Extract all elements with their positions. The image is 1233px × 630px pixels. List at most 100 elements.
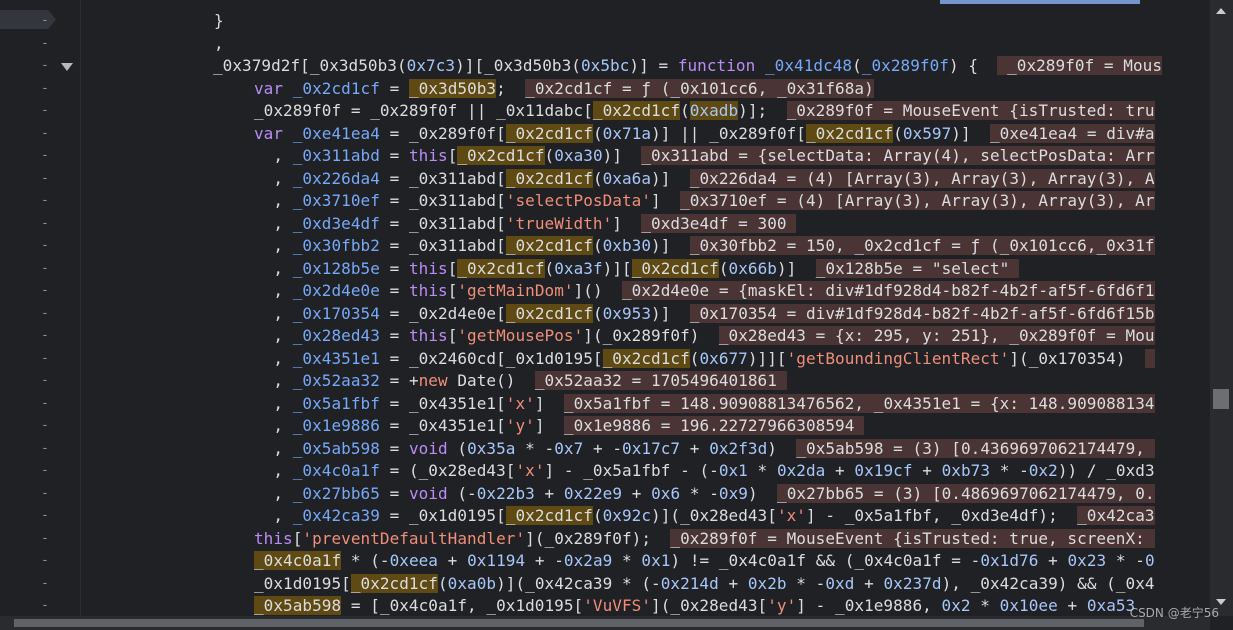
horizontal-scrollbar[interactable]: [0, 616, 1210, 630]
gutter-line-7[interactable]: -: [0, 145, 80, 167]
code-line[interactable]: , _0x52aa32 = +new Date() _0x52aa32 = 17…: [254, 370, 787, 392]
code-token: (: [689, 348, 700, 368]
code-line[interactable]: , _0x2d4e0e = this['getMainDom']() _0x2d…: [254, 280, 1155, 302]
code-token: _0x2cd1cf: [602, 348, 690, 368]
gutter-line-23[interactable]: -: [0, 505, 80, 527]
gutter-line-18[interactable]: -: [0, 393, 80, 415]
horizontal-scroll-thumb[interactable]: [14, 619, 1144, 627]
code-line[interactable]: , _0x30fbb2 = _0x311abd[_0x2cd1cf(0xb30)…: [254, 235, 1155, 257]
gutter-line-22[interactable]: -: [0, 483, 80, 505]
code-line[interactable]: _0x5ab598 = [_0x4c0a1f, _0x1d0195['VuVFS…: [254, 595, 1145, 616]
gutter-line-10[interactable]: -: [0, 213, 80, 235]
breakpoint-marker[interactable]: -: [41, 10, 49, 32]
code-token: void: [408, 438, 448, 458]
gutter-line-19[interactable]: -: [0, 415, 80, 437]
code-line[interactable]: , _0x4c0a1f = (_0x28ed43['x'] - _0x5a1fb…: [254, 460, 1155, 482]
code-line[interactable]: _0x379d2f[_0x3d50b3(0x7c3)][_0x3d50b3(0x…: [213, 55, 1162, 77]
code-token: + -: [525, 551, 564, 570]
gutter-line-16[interactable]: -: [0, 348, 80, 370]
gutter-line-14[interactable]: -: [0, 303, 80, 325]
breakpoint-marker[interactable]: -: [41, 595, 49, 616]
code-token: = [_0x4c0a1f, _0x1d0195[: [341, 596, 584, 615]
code-line[interactable]: , _0x5ab598 = void (0x35a * -0x7 + -0x17…: [254, 438, 1155, 460]
breakpoint-marker[interactable]: -: [41, 573, 49, 595]
breakpoint-marker[interactable]: -: [41, 55, 49, 77]
gutter-line-11[interactable]: -: [0, 235, 80, 257]
code-line[interactable]: , _0xd3e4df = _0x311abd['trueWidth'] _0x…: [254, 213, 797, 235]
code-area[interactable]: }, _0x379d2f[_0x3d50b3(0x7c3)][_0x3d50b3(…: [80, 0, 1210, 616]
code-token: * -: [786, 573, 826, 593]
breakpoint-marker[interactable]: -: [41, 303, 49, 325]
gutter-line-4[interactable]: -: [0, 78, 80, 100]
code-line[interactable]: , _0x128b5e = this[_0x2cd1cf(0xa3f)][_0x…: [254, 258, 1020, 280]
code-line[interactable]: , _0x3710ef = _0x311abd['selectPosData']…: [254, 190, 1155, 212]
scroll-up-icon[interactable]: [1216, 8, 1226, 14]
code-token: [: [447, 258, 458, 278]
gutter-line-12[interactable]: -: [0, 258, 80, 280]
gutter-line-17[interactable]: -: [0, 370, 80, 392]
breakpoint-marker[interactable]: -: [41, 123, 49, 145]
breakpoint-marker[interactable]: -: [41, 460, 49, 482]
code-editor[interactable]: --------------------------- }, _0x379d2f[…: [0, 0, 1210, 616]
code-line[interactable]: var _0x2cd1cf = _0x3d50b3; _0x2cd1cf = ƒ…: [254, 78, 874, 100]
gutter-line-9[interactable]: -: [0, 190, 80, 212]
breakpoint-marker[interactable]: -: [41, 33, 49, 55]
code-line[interactable]: , _0x170354 = _0x2d4e0e[_0x2cd1cf(0x953)…: [254, 303, 1155, 325]
breakpoint-marker[interactable]: -: [41, 258, 49, 280]
gutter-line-15[interactable]: -: [0, 325, 80, 347]
code-line[interactable]: , _0x4351e1 = _0x2460cd[_0x1d0195[_0x2cd…: [254, 348, 1155, 370]
gutter-line-1[interactable]: -: [0, 10, 80, 32]
code-line[interactable]: , _0x1e9886 = _0x4351e1['y'] _0x1e9886 =…: [254, 415, 865, 437]
vertical-scrollbar[interactable]: [1210, 0, 1233, 616]
gutter-line-21[interactable]: -: [0, 460, 80, 482]
fold-toggle-icon[interactable]: [61, 63, 73, 71]
gutter-line-24[interactable]: -: [0, 528, 80, 550]
breakpoint-marker[interactable]: -: [41, 78, 49, 100]
code-line[interactable]: _0x4c0a1f * (-0xeea + 0x1194 + -0x2a9 * …: [254, 550, 1155, 572]
gutter-line-26[interactable]: -: [0, 573, 80, 595]
breakpoint-marker[interactable]: -: [41, 370, 49, 392]
breakpoint-marker[interactable]: -: [41, 528, 49, 550]
gutter-line-2[interactable]: -: [0, 33, 80, 55]
breakpoint-marker[interactable]: -: [41, 168, 49, 190]
breakpoint-marker[interactable]: -: [41, 190, 49, 212]
gutter-line-6[interactable]: -: [0, 123, 80, 145]
code-line[interactable]: this['preventDefaultHandler'](_0x289f0f)…: [254, 528, 1155, 550]
breakpoint-marker[interactable]: -: [41, 550, 49, 572]
code-line[interactable]: , _0x27bb65 = void (-0x22b3 + 0x22e9 + 0…: [254, 483, 1155, 505]
gutter-line-5[interactable]: -: [0, 100, 80, 122]
code-line[interactable]: _0x1d0195[_0x2cd1cf(0xa0b)](_0x42ca39 * …: [254, 573, 1155, 595]
code-token: (: [592, 236, 603, 255]
breakpoint-marker[interactable]: -: [41, 100, 49, 122]
gutter-line-20[interactable]: -: [0, 438, 80, 460]
code-token: ,: [254, 191, 293, 210]
vertical-scroll-thumb[interactable]: [1213, 389, 1229, 409]
code-token: )][_0x3d50b3(: [455, 56, 581, 75]
breakpoint-marker[interactable]: -: [41, 280, 49, 302]
breakpoint-marker[interactable]: -: [41, 505, 49, 527]
code-token: =: [379, 78, 409, 98]
code-line[interactable]: }: [214, 10, 224, 32]
code-line[interactable]: , _0x311abd = this[_0x2cd1cf(0xa30)] _0x…: [254, 145, 1155, 167]
gutter-line-8[interactable]: -: [0, 168, 80, 190]
breakpoint-marker[interactable]: -: [41, 325, 49, 347]
breakpoint-marker[interactable]: -: [41, 235, 49, 257]
breakpoint-marker[interactable]: -: [41, 483, 49, 505]
code-line[interactable]: ,: [214, 33, 224, 55]
gutter-line-13[interactable]: -: [0, 280, 80, 302]
code-line[interactable]: var _0xe41ea4 = _0x289f0f[_0x2cd1cf(0x71…: [254, 123, 1155, 145]
gutter-line-27[interactable]: -: [0, 595, 80, 616]
breakpoint-marker[interactable]: -: [41, 415, 49, 437]
breakpoint-marker[interactable]: -: [41, 145, 49, 167]
code-line[interactable]: _0x289f0f = _0x289f0f || _0x11dabc[_0x2c…: [254, 100, 1155, 122]
code-line[interactable]: , _0x28ed43 = this['getMousePos'](_0x289…: [254, 325, 1155, 347]
gutter-line-25[interactable]: -: [0, 550, 80, 572]
code-line[interactable]: , _0x42ca39 = _0x1d0195[_0x2cd1cf(0x92c)…: [254, 505, 1155, 527]
breakpoint-marker[interactable]: -: [41, 348, 49, 370]
code-line[interactable]: , _0x5a1fbf = _0x4351e1['x'] _0x5a1fbf =…: [254, 393, 1155, 415]
gutter-line-3[interactable]: -: [0, 55, 80, 77]
breakpoint-marker[interactable]: -: [41, 213, 49, 235]
code-line[interactable]: , _0x226da4 = _0x311abd[_0x2cd1cf(0xa6a)…: [254, 168, 1155, 190]
breakpoint-marker[interactable]: -: [41, 438, 49, 460]
breakpoint-marker[interactable]: -: [41, 393, 49, 415]
